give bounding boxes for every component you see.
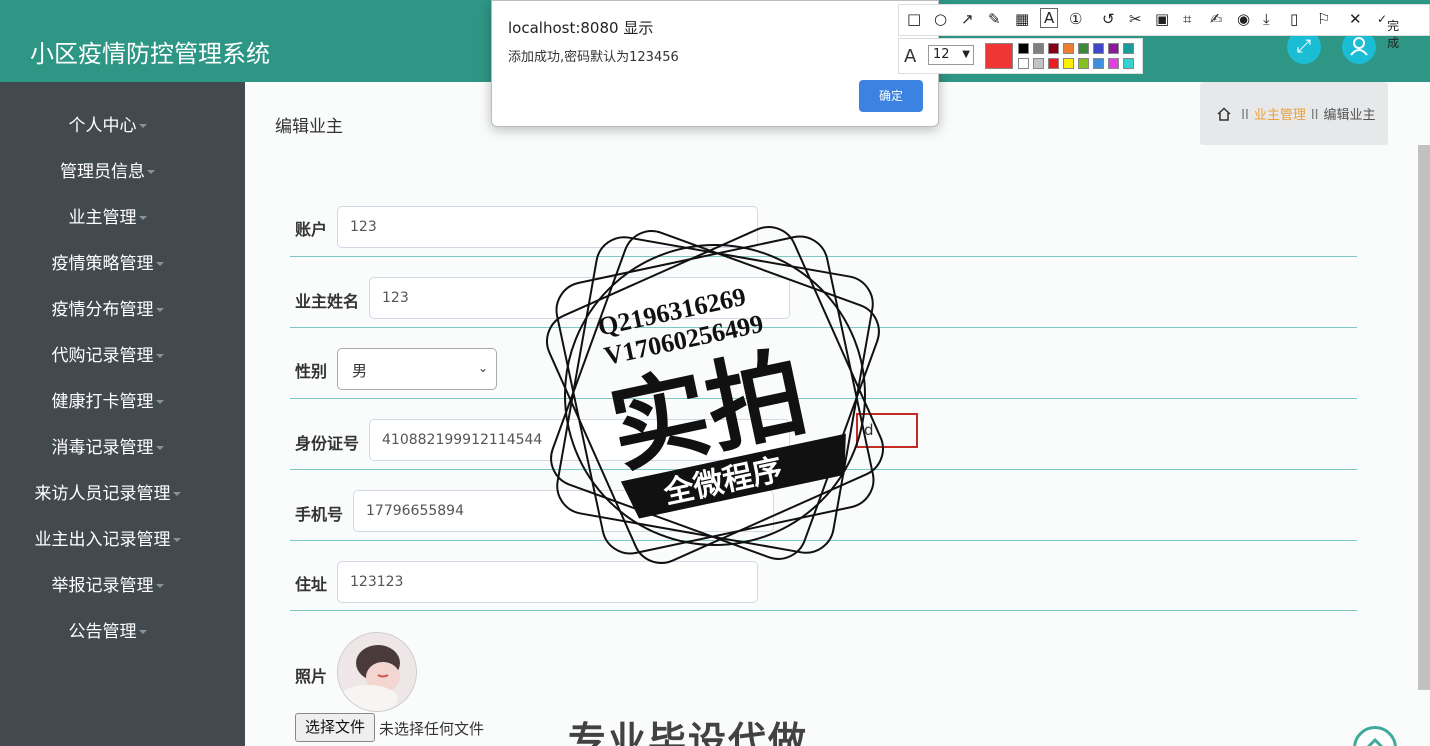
sidebar-item-epidemic-distribution[interactable]: 疫情分布管理 <box>0 298 215 322</box>
chevron-down-icon <box>172 492 181 496</box>
color-swatch[interactable] <box>1078 58 1089 69</box>
chevron-down-icon <box>155 308 164 312</box>
cut-icon[interactable]: ✂ <box>1129 10 1142 28</box>
annotation-toolbar: □ ○ ↗ ✎ ▦ A ① ↺ ✂ ▣ ⌗ ✍ ◉ ⤓ ▯ ⚐ ✕ ✓ 完成 <box>898 4 1430 50</box>
chevron-down-icon <box>155 584 164 588</box>
ocr-icon[interactable]: ▣ <box>1155 10 1169 28</box>
record-icon[interactable]: ◉ <box>1237 10 1250 28</box>
chevron-down-icon <box>138 630 147 634</box>
rectangle-tool-icon[interactable]: □ <box>907 10 921 28</box>
close-icon[interactable]: ✕ <box>1349 10 1362 28</box>
color-swatch[interactable] <box>1018 43 1029 54</box>
account-label: 账户 <box>295 220 328 239</box>
color-swatch[interactable] <box>1048 58 1059 69</box>
color-swatch[interactable] <box>1033 43 1044 54</box>
breadcrumb-separator: II <box>1241 108 1249 123</box>
gender-select[interactable]: 男 ⌄ <box>337 348 497 390</box>
sidebar-item-visitor-records[interactable]: 来访人员记录管理 <box>0 482 215 506</box>
dialog-message: 添加成功,密码默认为123456 <box>508 50 679 65</box>
phone-label: 手机号 <box>295 505 344 524</box>
scroll-top-button[interactable] <box>1353 726 1397 746</box>
color-swatch[interactable] <box>1033 58 1044 69</box>
ellipse-tool-icon[interactable]: ○ <box>934 10 947 28</box>
sidebar-item-purchase-records[interactable]: 代购记录管理 <box>0 344 215 368</box>
color-swatch[interactable] <box>1078 43 1089 54</box>
current-color-swatch[interactable] <box>985 43 1013 69</box>
font-size-icon: A <box>904 46 917 67</box>
sidebar-item-owner-access-records[interactable]: 业主出入记录管理 <box>0 528 215 552</box>
home-icon[interactable] <box>1216 107 1232 121</box>
breadcrumb-separator: II <box>1310 108 1319 123</box>
number-tool-icon[interactable]: ① <box>1069 10 1082 28</box>
choose-file-button[interactable]: 选择文件 <box>295 713 375 742</box>
page-title: 编辑业主 <box>275 117 343 137</box>
color-swatch[interactable] <box>1108 58 1119 69</box>
alert-dialog: localhost:8080 显示 添加成功,密码默认为123456 确定 <box>491 0 939 127</box>
chevron-down-icon <box>155 400 164 404</box>
page-scrollbar[interactable] <box>1418 145 1430 690</box>
color-swatch[interactable] <box>1063 58 1074 69</box>
text-tool-icon[interactable]: A <box>1040 8 1059 28</box>
watermark-stamp: Q2196316269 V17060256499 实拍 全微程序 ★ ★ <box>546 226 884 564</box>
chevron-down-icon <box>147 170 155 174</box>
sidebar-item-personal-center[interactable]: 个人中心 <box>0 114 215 138</box>
color-swatch[interactable] <box>1108 43 1119 54</box>
dialog-title: localhost:8080 显示 <box>508 19 654 37</box>
gender-label: 性别 <box>295 362 328 381</box>
phone-icon[interactable]: ▯ <box>1290 10 1298 28</box>
sidebar-item-disinfection-records[interactable]: 消毒记录管理 <box>0 436 215 460</box>
color-swatch[interactable] <box>1093 43 1104 54</box>
pin-icon[interactable]: ✍ <box>1210 10 1223 28</box>
download-icon[interactable]: ⤓ <box>1263 10 1270 28</box>
sidebar-item-owner-management[interactable]: 业主管理 <box>0 206 215 230</box>
app-title: 小区疫情防控管理系统 <box>30 40 270 68</box>
address-label: 住址 <box>295 575 328 594</box>
color-swatch[interactable] <box>1048 43 1059 54</box>
watermark-bottom-text: 专业毕设代做 <box>568 719 809 746</box>
breadcrumb-current: 编辑业主 <box>1323 108 1376 123</box>
undo-icon[interactable]: ↺ <box>1102 10 1115 28</box>
breadcrumb-owner-management[interactable]: 业主管理 <box>1254 108 1306 123</box>
mosaic-tool-icon[interactable]: ▦ <box>1015 10 1029 28</box>
pencil-tool-icon[interactable]: ✎ <box>988 10 1001 28</box>
owner-name-label: 业主姓名 <box>295 292 360 311</box>
id-number-label: 身份证号 <box>295 434 360 453</box>
chevron-down-icon <box>138 216 147 220</box>
sidebar-item-admin-info[interactable]: 管理员信息 <box>0 160 215 184</box>
color-swatch[interactable] <box>1123 58 1134 69</box>
chevron-down-icon <box>155 354 164 358</box>
color-swatch[interactable] <box>1063 43 1074 54</box>
font-size-select[interactable]: 12 ▼ <box>928 45 974 65</box>
photo-label: 照片 <box>295 667 328 686</box>
arrow-tool-icon[interactable]: ↗ <box>961 10 974 28</box>
sidebar-item-report-records[interactable]: 举报记录管理 <box>0 574 215 598</box>
chevron-down-icon <box>172 538 181 542</box>
done-button[interactable]: ✓ 完成 <box>1377 12 1399 50</box>
sidebar-item-announcements[interactable]: 公告管理 <box>0 620 215 644</box>
breadcrumb: II 业主管理 II 编辑业主 <box>1200 82 1388 145</box>
form-divider <box>290 610 1357 611</box>
sidebar-item-epidemic-policy[interactable]: 疫情策略管理 <box>0 252 215 276</box>
svg-text:★: ★ <box>633 482 656 512</box>
chevron-down-icon <box>155 262 164 266</box>
bookmark-icon[interactable]: ⚐ <box>1317 10 1330 28</box>
chevron-down-icon <box>155 446 164 450</box>
avatar <box>337 632 417 712</box>
sidebar-item-health-checkin[interactable]: 健康打卡管理 <box>0 390 215 414</box>
chevron-down-icon <box>138 124 147 128</box>
chevron-down-icon: ⌄ <box>477 361 488 375</box>
sidebar: 个人中心 管理员信息 业主管理 疫情策略管理 疫情分布管理 代购记录管理 健康打… <box>0 82 245 746</box>
file-status-text: 未选择任何文件 <box>379 720 485 738</box>
color-swatch[interactable] <box>1093 58 1104 69</box>
svg-text:★: ★ <box>821 432 844 462</box>
crop-icon[interactable]: ⌗ <box>1183 10 1191 28</box>
color-swatch[interactable] <box>1123 43 1134 54</box>
color-swatch[interactable] <box>1018 58 1029 69</box>
dialog-ok-button[interactable]: 确定 <box>859 80 923 112</box>
